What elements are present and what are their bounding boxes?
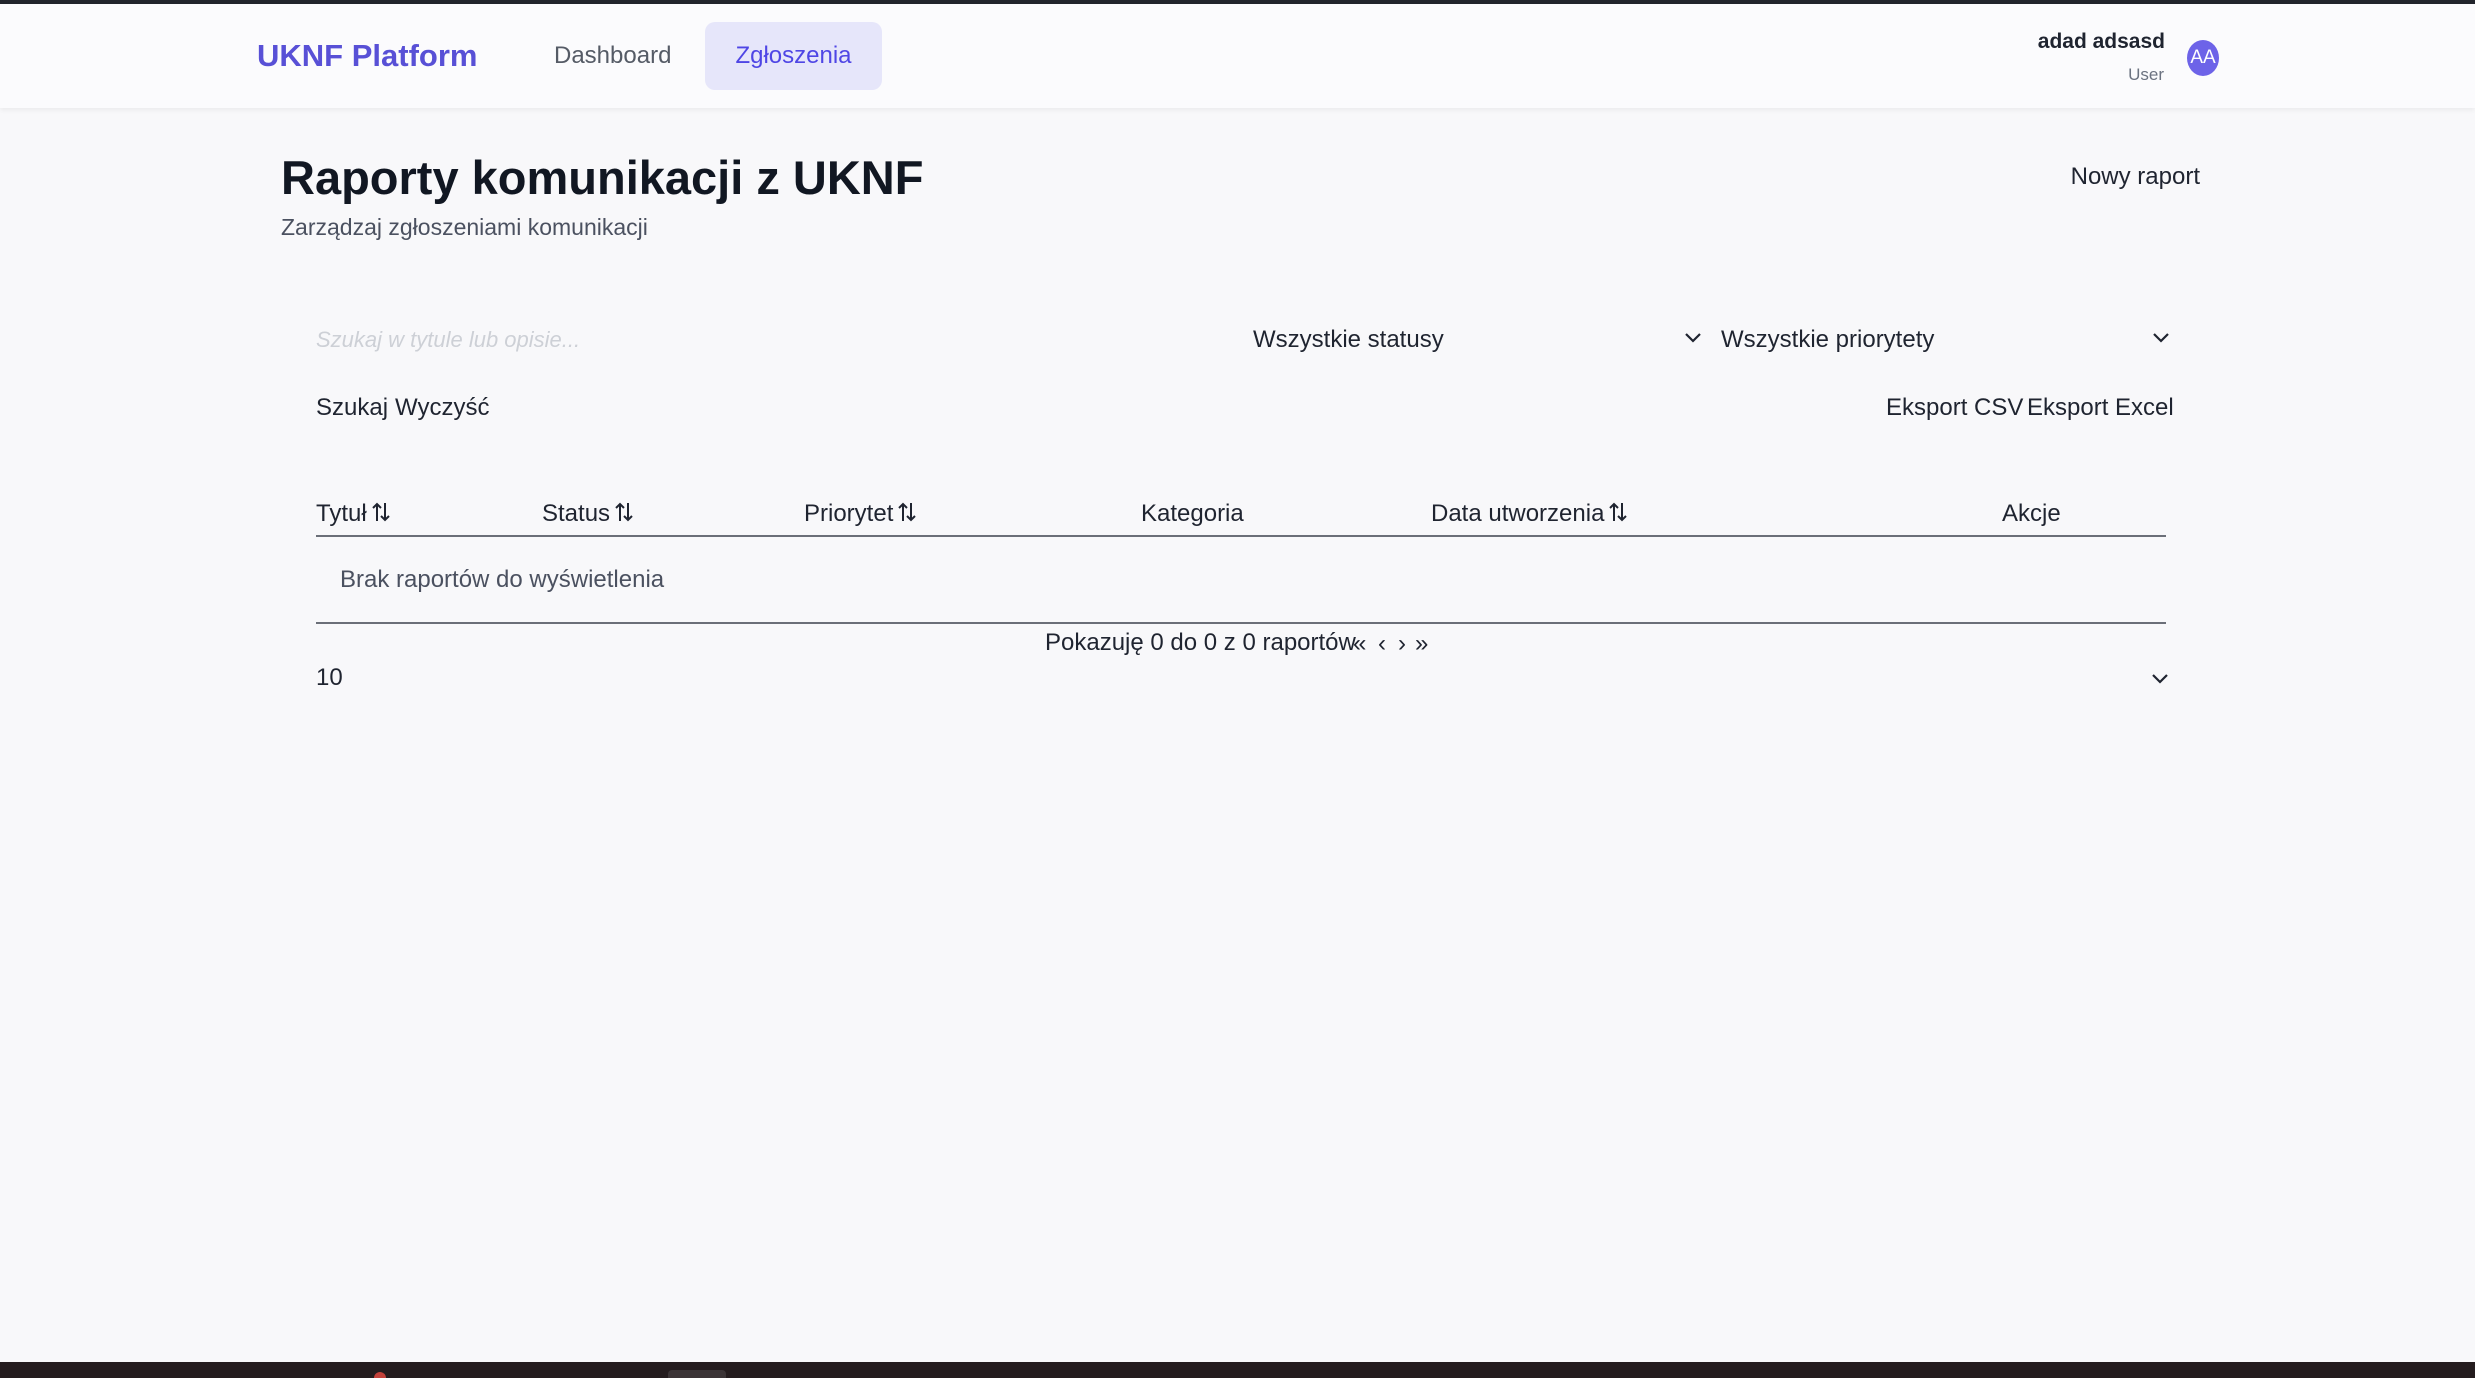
taskbar-tab	[668, 1370, 726, 1378]
column-header-priority[interactable]: Priorytet	[804, 500, 917, 530]
chevron-down-icon	[2153, 333, 2169, 347]
column-header-created-date[interactable]: Data utworzenia	[1431, 500, 1628, 530]
column-header-category: Kategoria	[1141, 500, 1244, 527]
nav-item-zgloszenia[interactable]: Zgłoszenia	[705, 22, 882, 90]
column-label: Status	[542, 500, 611, 527]
taskbar-edge	[0, 1362, 2475, 1378]
empty-table-message: Brak raportów do wyświetlenia	[340, 566, 665, 593]
chevron-down-icon	[2152, 674, 2168, 688]
clear-button[interactable]: Wyczyść	[395, 394, 489, 422]
status-select-value: Wszystkie statusy	[1253, 326, 1444, 353]
last-page-button[interactable]: »	[1415, 630, 1428, 658]
nav-item-dashboard[interactable]: Dashboard	[536, 22, 689, 90]
sort-icon	[897, 501, 917, 530]
column-header-title[interactable]: Tytuł	[316, 500, 391, 530]
user-role: User	[2128, 65, 2164, 84]
page-size-select[interactable]: 10	[316, 664, 2168, 704]
app-header: UKNF Platform Dashboard Zgłoszenia adad …	[0, 4, 2475, 108]
export-csv-button[interactable]: Eksport CSV	[1886, 394, 2023, 422]
pagination-info: Pokazuję 0 do 0 z 0 raportów	[1045, 629, 1356, 656]
sort-icon	[1608, 501, 1628, 530]
page-title: Raporty komunikacji z UKNF	[281, 151, 924, 204]
avatar[interactable]: AA	[2187, 40, 2219, 76]
next-page-button[interactable]: ›	[1398, 630, 1406, 658]
column-label: Priorytet	[804, 500, 894, 527]
brand-logo[interactable]: UKNF Platform	[257, 38, 477, 74]
prev-page-button[interactable]: ‹	[1378, 630, 1386, 658]
search-input[interactable]	[316, 320, 916, 360]
status-select[interactable]: Wszystkie statusy	[1253, 320, 1701, 360]
chevron-down-icon	[1685, 333, 1701, 347]
page-size-value: 10	[316, 664, 343, 691]
page-subtitle: Zarządzaj zgłoszeniami komunikacji	[281, 214, 648, 240]
first-page-button[interactable]: «	[1353, 630, 1366, 658]
column-header-actions: Akcje	[2002, 500, 2061, 527]
column-header-status[interactable]: Status	[542, 500, 634, 530]
priority-select[interactable]: Wszystkie priorytety	[1721, 320, 2169, 360]
table-bottom-border	[316, 622, 2166, 624]
export-excel-button[interactable]: Eksport Excel	[2027, 394, 2174, 422]
taskbar-indicator	[374, 1372, 386, 1378]
search-button[interactable]: Szukaj	[316, 394, 388, 422]
priority-select-value: Wszystkie priorytety	[1721, 326, 1935, 353]
sort-icon	[614, 501, 634, 530]
column-label: Data utworzenia	[1431, 500, 1605, 527]
table-header: Tytuł Status Priorytet Kategoria Data ut…	[316, 500, 2166, 537]
sort-icon	[371, 501, 391, 530]
new-report-button[interactable]: Nowy raport	[2071, 163, 2200, 191]
column-label: Tytuł	[316, 500, 367, 527]
user-name: adad adsasd	[2037, 30, 2165, 53]
